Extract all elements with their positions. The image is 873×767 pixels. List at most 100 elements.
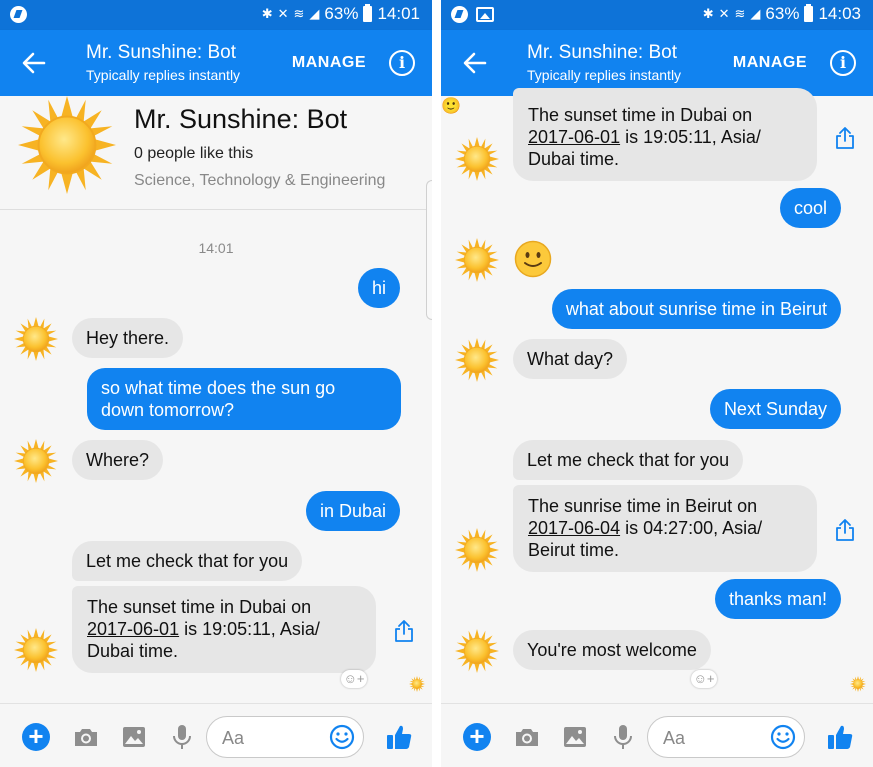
message-input[interactable]: Aa — [206, 716, 364, 758]
outgoing-message[interactable]: hi — [357, 268, 400, 308]
gallery-notification-icon — [476, 7, 494, 22]
conversation-header: Mr. Sunshine: Bot Typically replies inst… — [441, 30, 873, 96]
message-thread[interactable]: Mr. Sunshine: Bot 0 people like this Sci… — [0, 96, 432, 703]
outgoing-message[interactable]: so what time does the sun go down tomorr… — [87, 368, 401, 430]
add-reaction-icon[interactable]: ☺+ — [691, 670, 717, 688]
outgoing-message[interactable]: in Dubai — [305, 491, 400, 531]
plus-icon[interactable]: + — [463, 723, 491, 751]
incoming-message[interactable]: The sunrise time in Beirut on 2017-06-04… — [513, 485, 817, 572]
manage-button[interactable]: MANAGE — [292, 54, 366, 72]
share-icon[interactable] — [834, 126, 856, 150]
message-input[interactable]: Aa — [647, 716, 805, 758]
mute-icon: ✕ — [277, 6, 289, 21]
sun-avatar-icon — [455, 137, 499, 181]
message-line: The sunrise time in Beirut on — [528, 496, 758, 516]
app-notification-icon — [10, 6, 27, 23]
sun-avatar-icon — [455, 238, 499, 282]
info-icon[interactable]: i — [830, 50, 856, 76]
input-placeholder: Aa — [663, 728, 686, 748]
outgoing-message[interactable]: cool — [779, 188, 841, 228]
camera-icon[interactable] — [73, 724, 99, 750]
message-line: Dubai time. — [528, 149, 620, 169]
emoji-icon[interactable] — [770, 724, 796, 750]
side-panel-handle[interactable] — [426, 180, 432, 320]
sun-avatar-icon — [455, 338, 499, 382]
incoming-message[interactable]: Where? — [72, 440, 164, 480]
conversation-title[interactable]: Mr. Sunshine: Bot — [527, 42, 677, 64]
conversation-subtitle: Typically replies instantly — [86, 67, 241, 83]
signal-icon: ◢ — [750, 6, 761, 21]
message-date-link[interactable]: 2017-06-01 — [528, 127, 620, 147]
conversation-title[interactable]: Mr. Sunshine: Bot — [86, 42, 236, 64]
wifi-icon: ≋ — [293, 6, 305, 21]
status-bar: ✱ ✕ ≋ ◢ 63% 14:03 — [441, 0, 873, 30]
outgoing-message[interactable]: Next Sunday — [709, 389, 841, 429]
slight-smile-emoji[interactable] — [514, 240, 552, 278]
incoming-message[interactable]: You're most welcome — [513, 630, 711, 670]
battery-percent: 63% — [324, 4, 359, 23]
composer-bar: + Aa — [0, 703, 432, 767]
wifi-icon: ≋ — [734, 6, 746, 21]
profile-likes: 0 people like this — [134, 145, 254, 162]
back-arrow-icon[interactable] — [20, 49, 48, 77]
right-screen: ✱ ✕ ≋ ◢ 63% 14:03 Mr. Sunshine: Bot Typi… — [441, 0, 873, 767]
manage-button[interactable]: MANAGE — [733, 54, 807, 72]
profile-category: Science, Technology & Engineering — [134, 172, 386, 189]
status-time: 14:01 — [377, 4, 420, 23]
image-icon[interactable] — [562, 724, 588, 750]
status-time: 14:03 — [818, 4, 861, 23]
profile-name: Mr. Sunshine: Bot — [134, 104, 348, 134]
bot-profile-picture — [18, 96, 116, 194]
message-line: Dubai time. — [87, 641, 179, 661]
plus-icon[interactable]: + — [22, 723, 50, 751]
camera-icon[interactable] — [514, 724, 540, 750]
app-notification-icon — [451, 6, 468, 23]
sun-avatar-icon — [455, 629, 499, 673]
conversation-header: Mr. Sunshine: Bot Typically replies inst… — [0, 30, 432, 96]
sun-avatar-icon — [14, 439, 58, 483]
status-bar: ✱ ✕ ≋ ◢ 63% 14:01 — [0, 0, 432, 30]
thumbs-up-icon[interactable] — [826, 723, 854, 751]
message-text: is 19:05:11, Asia/ — [179, 619, 320, 639]
share-icon[interactable] — [393, 619, 415, 643]
conversation-subtitle: Typically replies instantly — [527, 67, 682, 83]
message-line: down tomorrow? — [101, 400, 235, 420]
left-screen: ✱ ✕ ≋ ◢ 63% 14:01 Mr. Sunshine: Bot Typi… — [0, 0, 432, 767]
screenshot-divider — [432, 0, 441, 767]
message-text: is 04:27:00, Asia/ — [620, 518, 763, 538]
bluetooth-icon: ✱ — [261, 6, 273, 21]
message-text: is 19:05:11, Asia/ — [620, 127, 761, 147]
incoming-message[interactable]: What day? — [513, 339, 628, 379]
thumbs-up-icon[interactable] — [385, 723, 413, 751]
seen-indicator-icon — [850, 676, 866, 692]
message-thread[interactable]: The sunset time in Dubai on 2017-06-01 i… — [441, 88, 873, 703]
message-date-link[interactable]: 2017-06-01 — [87, 619, 179, 639]
input-placeholder: Aa — [222, 728, 245, 748]
share-icon[interactable] — [834, 518, 856, 542]
incoming-message[interactable]: Let me check that for you — [513, 440, 744, 480]
bot-profile-card: Mr. Sunshine: Bot 0 people like this Sci… — [0, 96, 432, 210]
sun-avatar-icon — [14, 317, 58, 361]
incoming-message[interactable]: Let me check that for you — [72, 541, 303, 581]
message-line: 2017-06-04 is 04:27:00, Asia/ — [528, 517, 803, 539]
info-icon[interactable]: i — [389, 50, 415, 76]
message-line: The sunset time in Dubai on — [528, 105, 753, 125]
add-reaction-icon[interactable]: ☺+ — [341, 670, 367, 688]
signal-icon: ◢ — [309, 6, 320, 21]
incoming-message[interactable]: Hey there. — [72, 318, 184, 358]
back-arrow-icon[interactable] — [461, 49, 489, 77]
message-line: The sunset time in Dubai on — [87, 597, 312, 617]
seen-indicator-icon — [409, 676, 425, 692]
message-date-link[interactable]: 2017-06-04 — [528, 518, 620, 538]
microphone-icon[interactable] — [610, 724, 636, 750]
outgoing-message[interactable]: what about sunrise time in Beirut — [551, 289, 841, 329]
incoming-message[interactable]: The sunset time in Dubai on 2017-06-01 i… — [72, 586, 376, 673]
incoming-message[interactable]: The sunset time in Dubai on 2017-06-01 i… — [513, 88, 817, 181]
image-icon[interactable] — [121, 724, 147, 750]
microphone-icon[interactable] — [169, 724, 195, 750]
outgoing-message[interactable]: thanks man! — [714, 579, 841, 619]
battery-icon — [363, 4, 373, 22]
mute-icon: ✕ — [718, 6, 730, 21]
emoji-icon[interactable] — [329, 724, 355, 750]
battery-icon — [804, 4, 814, 22]
